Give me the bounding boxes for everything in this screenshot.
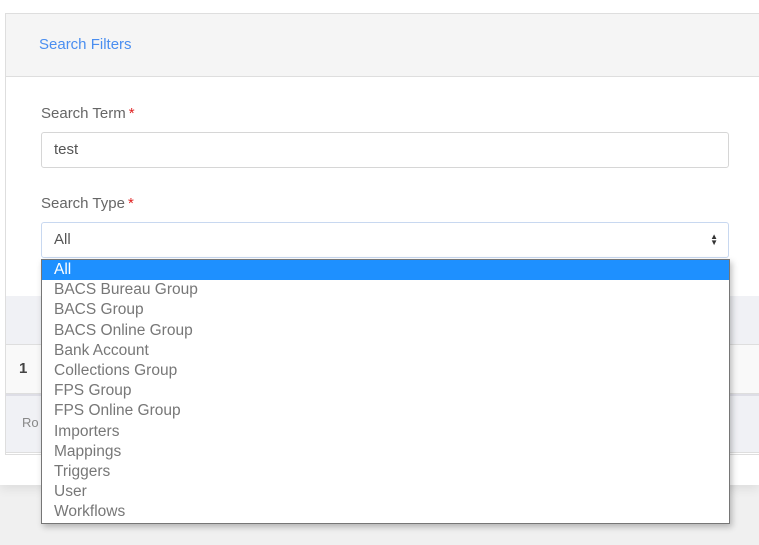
required-mark: * — [128, 105, 135, 122]
dropdown-option[interactable]: All — [42, 260, 729, 281]
dropdown-option[interactable]: Workflows — [42, 502, 729, 522]
dropdown-option[interactable]: FPS Online Group — [42, 401, 729, 421]
dropdown-option[interactable]: User — [42, 482, 729, 502]
search-type-dropdown-list[interactable]: All BACS Bureau Group BACS Group BACS Onlin… — [41, 259, 730, 524]
search-type-label: Search Type * — [41, 195, 134, 212]
search-type-value: All — [54, 231, 71, 248]
card-header: Search Filters — [6, 14, 759, 77]
required-mark: * — [127, 195, 134, 212]
search-type-select[interactable]: All ▲ ▼ — [41, 222, 729, 258]
dropdown-option[interactable]: Bank Account — [42, 341, 729, 361]
dropdown-option[interactable]: BACS Group — [42, 300, 729, 320]
card-title: Search Filters — [39, 36, 132, 53]
rows-per-page-label: Ro — [22, 415, 39, 430]
dropdown-option[interactable]: Mappings — [42, 442, 729, 462]
search-term-label: Search Term * — [41, 105, 135, 122]
dropdown-option[interactable]: Importers — [42, 422, 729, 442]
dropdown-option[interactable]: FPS Group — [42, 381, 729, 401]
row-number: 1 — [19, 360, 28, 377]
dropdown-option[interactable]: Collections Group — [42, 361, 729, 381]
up-down-caret-icon: ▲ ▼ — [710, 232, 718, 248]
dropdown-option[interactable]: BACS Bureau Group — [42, 280, 729, 300]
search-term-input[interactable]: test — [41, 132, 729, 168]
dropdown-option[interactable]: Triggers — [42, 462, 729, 482]
dropdown-option[interactable]: BACS Online Group — [42, 321, 729, 341]
